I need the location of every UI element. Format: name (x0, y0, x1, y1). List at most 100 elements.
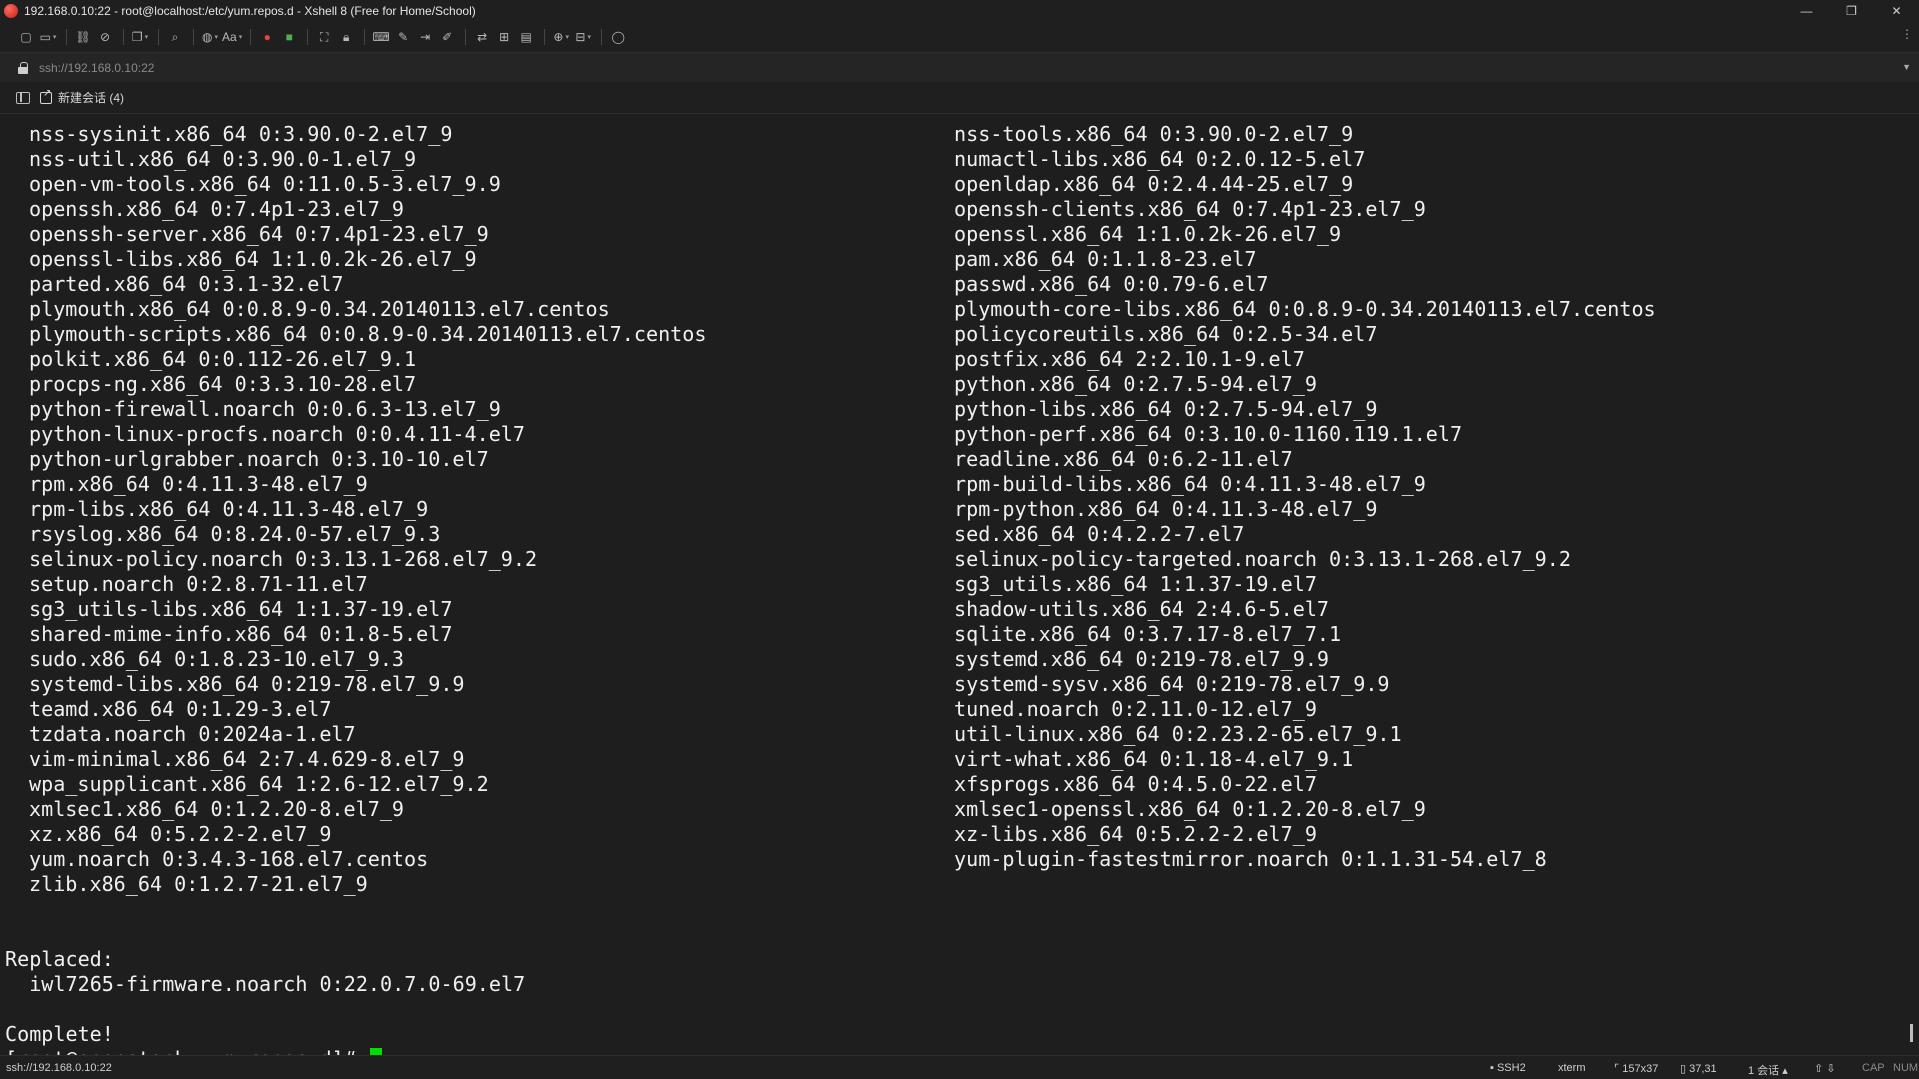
status-sessions[interactable]: 1 会话 ▴ (1748, 1062, 1788, 1078)
package-entry-right: python-libs.x86_64 0:2.7.5-94.el7_9 (954, 397, 1378, 421)
status-bar: ssh://192.168.0.10:22 ▪ SSH2 xterm ⌜ 157… (0, 1055, 1919, 1079)
shell-prompt: [root@openstack yum.repos.d]# (5, 1047, 368, 1055)
replaced-item: iwl7265-firmware.noarch 0:22.0.7.0-69.el… (5, 972, 525, 997)
package-entry-left: rpm-libs.x86_64 0:4.11.3-48.el7_9 (29, 497, 429, 521)
toolbar-divider (193, 29, 194, 45)
package-entry-right: python.x86_64 0:2.7.5-94.el7_9 (954, 372, 1317, 396)
new-session-icon[interactable]: ▢ (16, 27, 36, 47)
package-entry-right: plymouth-core-libs.x86_64 0:0.8.9-0.34.2… (954, 297, 1656, 321)
package-entry-left: polkit.x86_64 0:0.112-26.el7_9.1 (29, 347, 417, 371)
package-entry-left: yum.noarch 0:3.4.3-168.el7.centos (29, 847, 429, 871)
toolbar-divider (364, 29, 366, 45)
xftp-icon[interactable]: ■ (279, 27, 299, 47)
help-icon[interactable]: ◯ (608, 27, 628, 47)
session-tab-bar: 新建会话 (4) (0, 82, 1919, 114)
more-options-icon[interactable]: ⋮ (1901, 27, 1913, 41)
package-entry-right: xfsprogs.x86_64 0:4.5.0-22.el7 (954, 772, 1317, 796)
package-entry-left: python-urlgrabber.noarch 0:3.10-10.el7 (29, 447, 489, 471)
fullscreen-icon[interactable]: ⛶ (314, 27, 334, 47)
package-entry-left: vim-minimal.x86_64 2:7.4.629-8.el7_9 (29, 747, 465, 771)
package-entry-left: teamd.x86_64 0:1.29-3.el7 (29, 697, 332, 721)
toolbar-divider (601, 29, 603, 45)
package-entry-left: setup.noarch 0:2.8.71-11.el7 (29, 572, 368, 596)
globe-icon[interactable]: ◍ ▾ (200, 27, 220, 47)
status-protocol: ▪ SSH2 (1490, 1062, 1526, 1074)
address-text[interactable]: ssh://192.168.0.10:22 (39, 61, 154, 75)
send-icon[interactable]: ⇥ (415, 27, 435, 47)
package-entry-right: xz-libs.x86_64 0:5.2.2-2.el7_9 (954, 822, 1317, 846)
package-entry-left: sudo.x86_64 0:1.8.23-10.el7_9.3 (29, 647, 405, 671)
script-icon[interactable]: ✐ (437, 27, 457, 47)
maximize-button[interactable]: ❐ (1829, 0, 1874, 22)
lock-icon[interactable]: 🔒︎ (336, 27, 356, 47)
keyboard-icon[interactable]: ⌨ (371, 27, 391, 47)
package-entry-right: openssh-clients.x86_64 0:7.4p1-23.el7_9 (954, 197, 1426, 221)
session-manager-icon[interactable] (16, 91, 30, 104)
compose-icon[interactable]: ✎ (393, 27, 413, 47)
disconnect-icon[interactable]: ⊘ (95, 27, 115, 47)
package-entry-left: openssh.x86_64 0:7.4p1-23.el7_9 (29, 197, 405, 221)
status-terminal-size: ⌜ 157x37 (1614, 1063, 1659, 1075)
package-entry-right: policycoreutils.x86_64 0:2.5-34.el7 (954, 322, 1378, 346)
toolbar-divider (123, 29, 124, 45)
new-tab-icon[interactable]: ⊕ ▾ (551, 27, 571, 47)
tile-icon[interactable]: ⊟ ▾ (573, 27, 593, 47)
package-entry-left: systemd-libs.x86_64 0:219-78.el7_9.9 (29, 672, 465, 696)
toolbar-divider (544, 29, 546, 45)
shell-prompt-line[interactable]: [root@openstack yum.repos.d]# (5, 1047, 382, 1055)
package-entry-left: nss-util.x86_64 0:3.90.0-1.el7_9 (29, 147, 417, 171)
package-entry-right: yum-plugin-fastestmirror.noarch 0:1.1.31… (954, 847, 1547, 871)
copy-window-icon[interactable]: ❐ ▾ (130, 27, 150, 47)
package-entry-left: xz.x86_64 0:5.2.2-2.el7_9 (29, 822, 332, 846)
package-entry-right: tuned.noarch 0:2.11.0-12.el7_9 (954, 697, 1317, 721)
package-entry-right: rpm-python.x86_64 0:4.11.3-48.el7_9 (954, 497, 1378, 521)
package-entry-left: openssl-libs.x86_64 1:1.0.2k-26.el7_9 (29, 247, 477, 271)
font-icon[interactable]: Aa ▾ (222, 27, 242, 47)
package-entry-left: tzdata.noarch 0:2024a-1.el7 (29, 722, 356, 746)
xshell-app-icon[interactable] (4, 4, 18, 18)
layout-icon[interactable]: ⊞ (494, 27, 514, 47)
package-entry-right: passwd.x86_64 0:0.79-6.el7 (954, 272, 1269, 296)
external-link-icon (40, 88, 52, 104)
minimize-button[interactable]: — (1784, 0, 1829, 22)
status-connection: ssh://192.168.0.10:22 (6, 1062, 112, 1074)
package-entry-left: procps-ng.x86_64 0:3.3.10-28.el7 (29, 372, 417, 396)
replaced-package: iwl7265-firmware.noarch 0:22.0.7.0-69.el… (29, 972, 526, 996)
package-entry-right: nss-tools.x86_64 0:3.90.0-2.el7_9 (954, 122, 1354, 146)
package-entry-left: openssh-server.x86_64 0:7.4p1-23.el7_9 (29, 222, 489, 246)
reconnect-icon[interactable]: ⛓ (73, 27, 93, 47)
scroll-arrows-icon[interactable]: ⇧ ⇩ (1814, 1062, 1836, 1075)
package-entry-right: python-perf.x86_64 0:3.10.0-1160.119.1.e… (954, 422, 1463, 446)
title-bar: 192.168.0.10:22 - root@localhost:/etc/yu… (0, 0, 1919, 22)
close-button[interactable]: ✕ (1874, 0, 1919, 22)
terminal-output[interactable]: Replaced: iwl7265-firmware.noarch 0:22.0… (0, 114, 1903, 1055)
terminal-scrollbar[interactable] (1903, 114, 1919, 1055)
address-bar[interactable]: ssh://192.168.0.10:22 ▼ (0, 52, 1919, 82)
open-folder-icon[interactable]: ▭ ▾ (38, 27, 58, 47)
lock-icon (18, 61, 28, 74)
package-entry-left: parted.x86_64 0:3.1-32.el7 (29, 272, 344, 296)
complete-message: Complete! (5, 1022, 114, 1046)
package-entry-right: openssl.x86_64 1:1.0.2k-26.el7_9 (954, 222, 1342, 246)
search-icon[interactable]: ⌕ (165, 27, 185, 47)
status-caps: CAP (1862, 1062, 1885, 1074)
tab-new-session[interactable]: 新建会话 (4) (40, 88, 125, 106)
chevron-down-icon[interactable]: ▼ (1902, 62, 1911, 72)
xshell-logo-icon[interactable]: ● (257, 27, 277, 47)
toolbar-divider (66, 29, 67, 45)
tab-label: 新建会话 (4) (58, 91, 125, 105)
transfer-icon[interactable]: ⇄ (472, 27, 492, 47)
status-terminal-type: xterm (1558, 1062, 1586, 1074)
package-entry-right: numactl-libs.x86_64 0:2.0.12-5.el7 (954, 147, 1366, 171)
log-icon[interactable]: ▤ (516, 27, 536, 47)
package-entry-right: util-linux.x86_64 0:2.23.2-65.el7_9.1 (954, 722, 1402, 746)
package-entry-left: plymouth.x86_64 0:0.8.9-0.34.20140113.el… (29, 297, 610, 321)
window-title: 192.168.0.10:22 - root@localhost:/etc/yu… (24, 4, 476, 18)
scrollbar-thumb[interactable] (1910, 1024, 1913, 1042)
package-entry-right: selinux-policy-targeted.noarch 0:3.13.1-… (954, 547, 1571, 571)
package-entry-right: shadow-utils.x86_64 2:4.6-5.el7 (954, 597, 1330, 621)
status-cursor-position: ▯ 37,31 (1680, 1063, 1717, 1075)
package-entry-right: readline.x86_64 0:6.2-11.el7 (954, 447, 1293, 471)
package-entry-right: openldap.x86_64 0:2.4.44-25.el7_9 (954, 172, 1354, 196)
package-entry-left: sg3_utils-libs.x86_64 1:1.37-19.el7 (29, 597, 453, 621)
